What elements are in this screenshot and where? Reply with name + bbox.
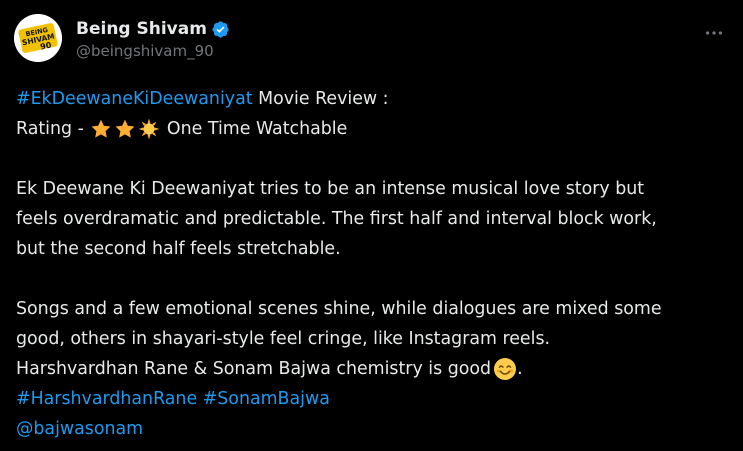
handle[interactable]: @beingshivam_90 xyxy=(76,42,230,60)
rating-label: Rating - xyxy=(16,119,90,139)
paragraph-2-line-1: Songs and a few emotional scenes shine, … xyxy=(16,299,662,319)
more-options-icon[interactable] xyxy=(703,22,725,44)
hashtag-harshvardhanrane-link[interactable]: #HarshvardhanRane xyxy=(16,384,197,414)
paragraph-1-line-2: feels overdramatic and predictable. The … xyxy=(16,209,657,229)
hashtag-title-link[interactable]: #EkDeewaneKiDeewaniyat xyxy=(16,84,253,114)
display-name-row: Being Shivam xyxy=(76,18,230,40)
sun-icon xyxy=(138,118,160,140)
title-suffix: Movie Review : xyxy=(252,89,389,109)
paragraph-2-line-2: good, others in shayari-style feel cring… xyxy=(16,329,551,349)
hashtags-line: #HarshvardhanRane #SonamBajwa xyxy=(16,384,728,414)
tweet-header: BEING SHIVAM 90 Being Shivam @beingshiva… xyxy=(14,10,729,66)
star-icon xyxy=(115,119,135,138)
title-line: #EkDeewaneKiDeewaniyat Movie Review : xyxy=(16,84,728,114)
paragraph-1-line-3: but the second half feels stretchable. xyxy=(16,239,341,259)
paragraph-2-line-3: Harshvardhan Rane & Sonam Bajwa chemistr… xyxy=(16,354,728,384)
verified-badge-icon[interactable] xyxy=(211,20,230,39)
avatar[interactable]: BEING SHIVAM 90 xyxy=(14,14,62,62)
rating-line: Rating - One Time Watchable xyxy=(16,114,728,144)
paragraph-1-line-1: Ek Deewane Ki Deewaniyat tries to be an … xyxy=(16,179,645,199)
hashtag-sonambajwa-link[interactable]: #SonamBajwa xyxy=(203,384,330,414)
rating-text: One Time Watchable xyxy=(161,119,348,139)
chemistry-text: Harshvardhan Rane & Sonam Bajwa chemistr… xyxy=(16,359,492,379)
mention-line: @bajwasonam xyxy=(16,414,728,444)
tweet-text: #EkDeewaneKiDeewaniyat Movie Review : Ra… xyxy=(16,84,728,444)
star-icon xyxy=(91,119,111,138)
display-name[interactable]: Being Shivam xyxy=(76,19,207,39)
author-info: Being Shivam @beingshivam_90 xyxy=(76,18,230,60)
avatar-logo: BEING SHIVAM 90 xyxy=(14,14,62,62)
chemistry-period: . xyxy=(517,359,523,379)
mention-bajwasonam-link[interactable]: @bajwasonam xyxy=(16,414,143,444)
smiling-face-emoji xyxy=(494,358,517,380)
